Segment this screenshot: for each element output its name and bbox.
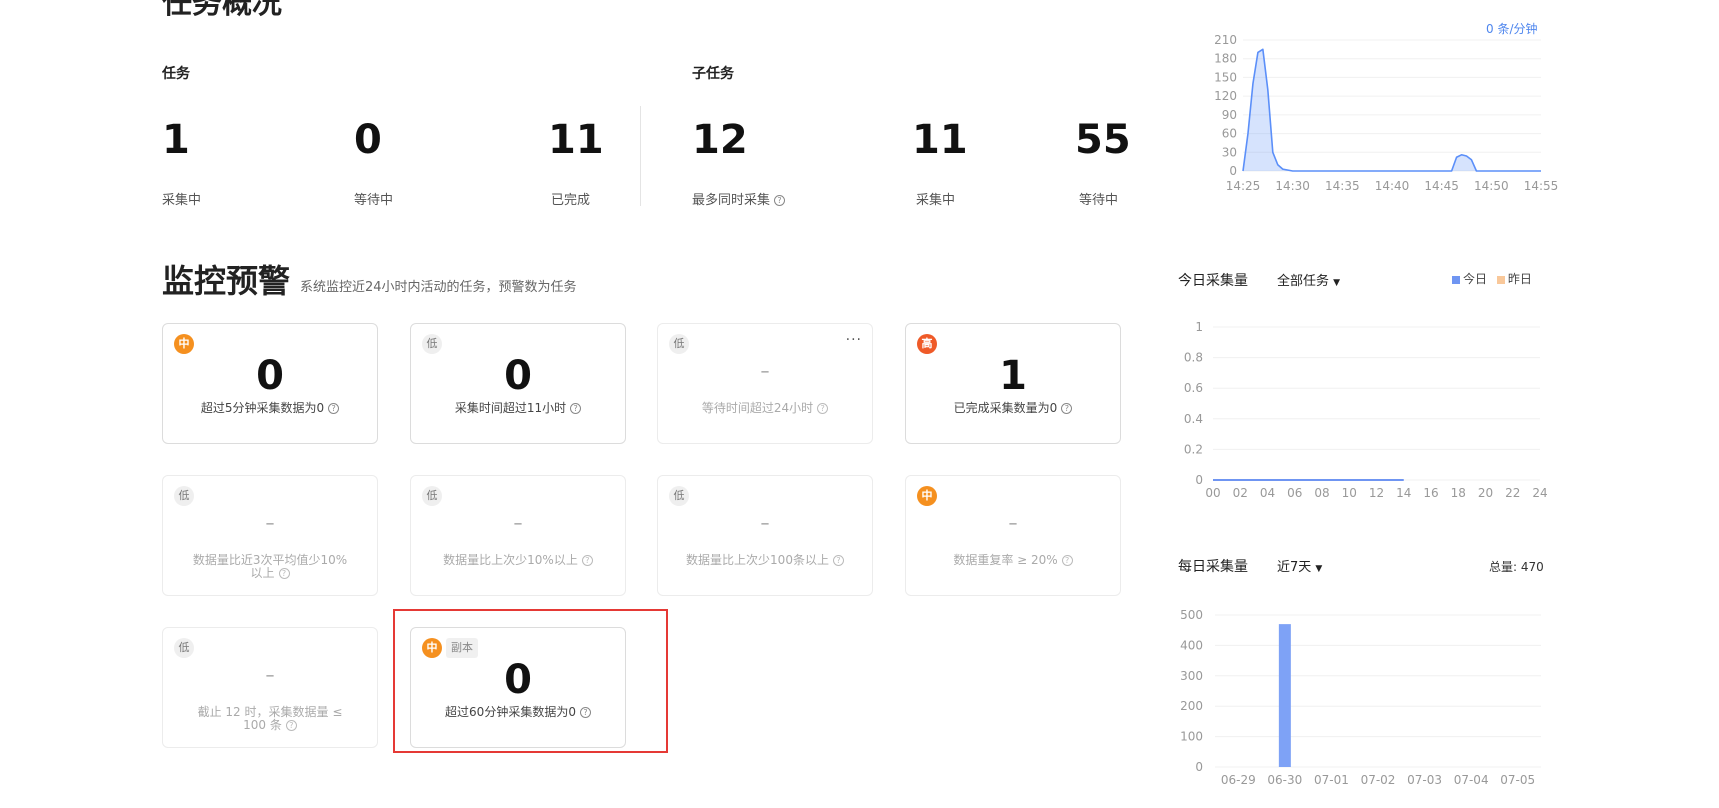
daily-y-tick-label: 100 — [1180, 730, 1203, 744]
today-x-tick-label: 18 — [1451, 486, 1466, 500]
daily-bar — [1278, 624, 1291, 767]
daily-x-tick-label: 06-29 — [1221, 773, 1256, 787]
today-x-tick-label: 02 — [1233, 486, 1248, 500]
rate-y-tick-label: 150 — [1214, 70, 1237, 84]
rate-y-tick-label: 120 — [1214, 89, 1237, 103]
rate-x-tick-label: 14:25 — [1226, 179, 1261, 193]
today-y-tick-label: 0.6 — [1184, 381, 1203, 395]
today-x-tick-label: 14 — [1396, 486, 1411, 500]
today-x-tick-label: 10 — [1342, 486, 1357, 500]
today-x-tick-label: 04 — [1260, 486, 1275, 500]
daily-x-tick-label: 07-03 — [1407, 773, 1442, 787]
daily-y-tick-label: 300 — [1180, 669, 1203, 683]
rate-y-tick-label: 210 — [1214, 33, 1237, 47]
today-y-tick-label: 1 — [1195, 320, 1203, 334]
today-y-tick-label: 0.4 — [1184, 412, 1203, 426]
daily-x-tick-label: 07-01 — [1314, 773, 1349, 787]
rate-x-tick-label: 14:30 — [1275, 179, 1310, 193]
rate-y-tick-label: 30 — [1222, 145, 1237, 159]
today-x-tick-label: 00 — [1205, 486, 1220, 500]
today-y-tick-label: 0.8 — [1184, 351, 1203, 365]
rate-y-tick-label: 90 — [1222, 108, 1237, 122]
today-y-tick-label: 0 — [1195, 473, 1203, 487]
today-y-tick-label: 0.2 — [1184, 442, 1203, 456]
rate-y-tick-label: 180 — [1214, 52, 1237, 66]
charts-canvas: 030609012015018021014:25 14:30 14:35 14:40 1… — [1180, 33, 1559, 787]
daily-x-tick-label: 07-05 — [1500, 773, 1535, 787]
daily-y-tick-label: 0 — [1195, 760, 1203, 774]
daily-y-tick-label: 400 — [1180, 638, 1203, 652]
today-x-tick-label: 08 — [1314, 486, 1329, 500]
daily-y-tick-label: 500 — [1180, 608, 1203, 622]
today-x-tick-label: 22 — [1505, 486, 1520, 500]
today-x-tick-label: 24 — [1532, 486, 1547, 500]
daily-x-tick-label: 06-30 — [1267, 773, 1302, 787]
daily-x-tick-label: 07-02 — [1361, 773, 1396, 787]
rate-x-tick-label: 14:55 — [1524, 179, 1559, 193]
rate-x-tick-label: 14:35 — [1325, 179, 1360, 193]
today-x-tick-label: 12 — [1369, 486, 1384, 500]
daily-x-tick-label: 07-04 — [1454, 773, 1489, 787]
today-x-tick-label: 20 — [1478, 486, 1493, 500]
rate-y-tick-label: 0 — [1229, 164, 1237, 178]
daily-y-tick-label: 200 — [1180, 699, 1203, 713]
rate-x-tick-label: 14:50 — [1474, 179, 1509, 193]
rate-x-tick-label: 14:45 — [1424, 179, 1459, 193]
today-x-tick-label: 16 — [1423, 486, 1438, 500]
today-x-tick-label: 06 — [1287, 486, 1302, 500]
rate-x-tick-label: 14:40 — [1375, 179, 1410, 193]
rate-y-tick-label: 60 — [1222, 127, 1237, 141]
